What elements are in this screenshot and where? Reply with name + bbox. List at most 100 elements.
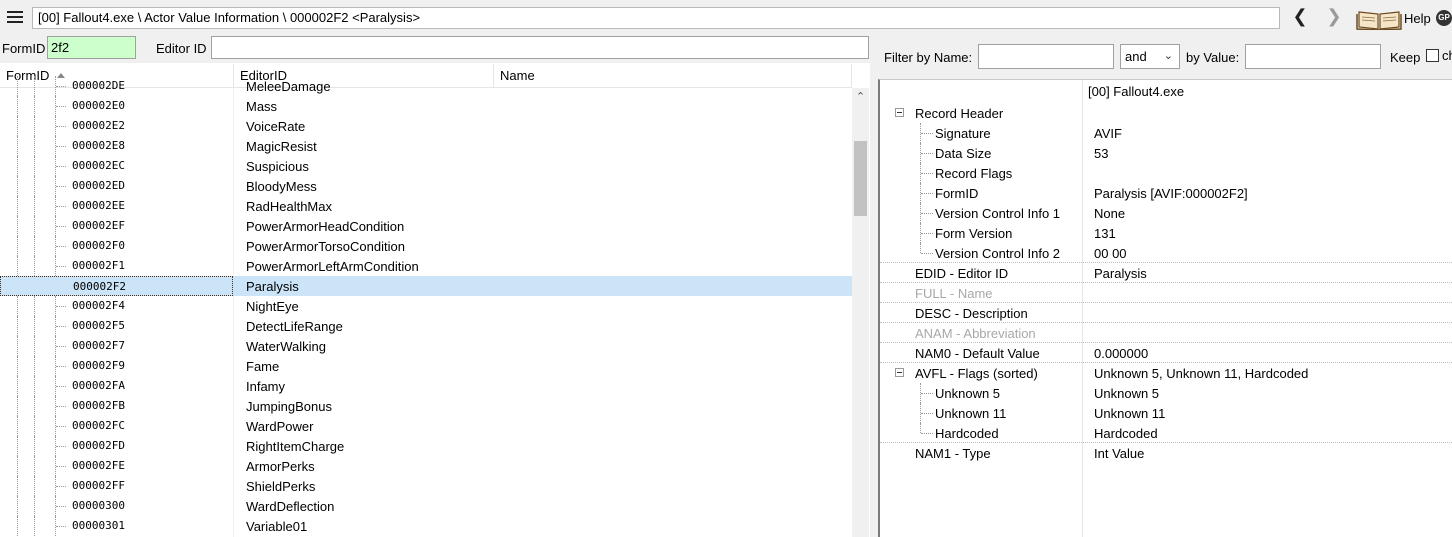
formid-cell[interactable]: 000002FF: [0, 476, 233, 496]
table-row[interactable]: 00000301 Variable01: [0, 516, 852, 536]
formid-cell[interactable]: 000002F2: [0, 276, 233, 296]
editorid-filter-input[interactable]: [211, 36, 869, 59]
gp-badge-icon: GP: [1436, 10, 1452, 26]
tree-row[interactable]: Version Control Info 2 00 00: [880, 243, 1452, 263]
editorid-text: WardDeflection: [246, 499, 335, 514]
table-row[interactable]: 000002F1 PowerArmorLeftArmCondition: [0, 256, 852, 276]
tree-row[interactable]: Unknown 11 Unknown 11: [880, 403, 1452, 423]
table-row[interactable]: 000002FD RightItemCharge: [0, 436, 852, 456]
field-value[interactable]: 00 00: [1094, 246, 1127, 261]
tree-row[interactable]: ANAM - Abbreviation: [880, 323, 1452, 343]
record-path-field[interactable]: [00] Fallout4.exe \ Actor Value Informat…: [32, 7, 1280, 29]
collapse-icon[interactable]: [895, 368, 904, 377]
field-value[interactable]: Int Value: [1094, 446, 1144, 461]
table-row[interactable]: 000002E2 VoiceRate: [0, 116, 852, 136]
formid-cell[interactable]: 000002FE: [0, 456, 233, 476]
table-row[interactable]: 000002F5 DetectLifeRange: [0, 316, 852, 336]
tree-row[interactable]: Unknown 5 Unknown 5: [880, 383, 1452, 403]
formid-cell[interactable]: 000002F0: [0, 236, 233, 256]
table-row[interactable]: 000002F0 PowerArmorTorsoCondition: [0, 236, 852, 256]
formid-cell[interactable]: 000002EC: [0, 156, 233, 176]
editorid-text: ArmorPerks: [246, 459, 315, 474]
tree-row[interactable]: Form Version 131: [880, 223, 1452, 243]
table-row[interactable]: 000002F4 NightEye: [0, 296, 852, 316]
field-value[interactable]: None: [1094, 206, 1125, 221]
formid-cell[interactable]: 000002EE: [0, 196, 233, 216]
table-row[interactable]: 000002F2 Paralysis: [0, 276, 852, 296]
field-value[interactable]: Unknown 5, Unknown 11, Hardcoded: [1094, 366, 1308, 381]
formid-cell[interactable]: 000002F7: [0, 336, 233, 356]
formid-cell[interactable]: 000002FD: [0, 436, 233, 456]
tree-row[interactable]: EDID - Editor ID Paralysis: [880, 263, 1452, 283]
formid-cell[interactable]: 00000301: [0, 516, 233, 536]
tree-row[interactable]: FULL - Name: [880, 283, 1452, 303]
menu-icon[interactable]: [4, 8, 26, 26]
field-value[interactable]: 131: [1094, 226, 1116, 241]
scroll-thumb[interactable]: [854, 141, 867, 216]
table-row[interactable]: 000002EE RadHealthMax: [0, 196, 852, 216]
keep-checkbox[interactable]: [1426, 49, 1439, 62]
formid-text: 000002E0: [72, 99, 125, 112]
field-value[interactable]: Paralysis [AVIF:000002F2]: [1094, 186, 1248, 201]
field-value[interactable]: 53: [1094, 146, 1108, 161]
formid-cell[interactable]: 00000300: [0, 496, 233, 516]
table-row[interactable]: 000002DE MeleeDamage: [0, 76, 852, 96]
tree-row[interactable]: NAM0 - Default Value 0.000000: [880, 343, 1452, 363]
filter-by-name-input[interactable]: [978, 44, 1114, 69]
table-row[interactable]: 000002F9 Fame: [0, 356, 852, 376]
formid-cell[interactable]: 000002FA: [0, 376, 233, 396]
formid-cell[interactable]: 000002ED: [0, 176, 233, 196]
table-row[interactable]: 000002E8 MagicResist: [0, 136, 852, 156]
table-row[interactable]: 000002EF PowerArmorHeadCondition: [0, 216, 852, 236]
tree-row[interactable]: Signature AVIF: [880, 123, 1452, 143]
formid-cell[interactable]: 000002F5: [0, 316, 233, 336]
tree-row[interactable]: DESC - Description: [880, 303, 1452, 323]
formid-cell[interactable]: 000002FC: [0, 416, 233, 436]
filter-by-value-input[interactable]: [1245, 44, 1381, 69]
formid-cell[interactable]: 000002F4: [0, 296, 233, 316]
formid-cell[interactable]: 000002F1: [0, 256, 233, 276]
formid-cell[interactable]: 000002DE: [0, 76, 233, 96]
list-scrollbar[interactable]: ⌃: [852, 88, 869, 537]
tree-row[interactable]: AVFL - Flags (sorted) Unknown 5, Unknown …: [880, 363, 1452, 383]
table-row[interactable]: 000002FB JumpingBonus: [0, 396, 852, 416]
table-row[interactable]: 000002FE ArmorPerks: [0, 456, 852, 476]
field-value[interactable]: Paralysis: [1094, 266, 1147, 281]
formid-cell[interactable]: 000002EF: [0, 216, 233, 236]
formid-cell[interactable]: 000002FB: [0, 396, 233, 416]
formid-cell[interactable]: 000002F9: [0, 356, 233, 376]
scroll-up-icon[interactable]: ⌃: [852, 88, 869, 105]
table-row[interactable]: 000002FF ShieldPerks: [0, 476, 852, 496]
table-row[interactable]: 000002ED BloodyMess: [0, 176, 852, 196]
field-value[interactable]: 0.000000: [1094, 346, 1148, 361]
formid-filter-input[interactable]: 2f2: [47, 36, 136, 59]
tree-row[interactable]: Version Control Info 1 None: [880, 203, 1452, 223]
table-row[interactable]: 000002F7 WaterWalking: [0, 336, 852, 356]
table-row[interactable]: 000002FA Infamy: [0, 376, 852, 396]
tree-row[interactable]: Data Size 53: [880, 143, 1452, 163]
pane-splitter[interactable]: [870, 35, 878, 537]
table-row[interactable]: 00000300 WardDeflection: [0, 496, 852, 516]
collapse-icon[interactable]: [895, 108, 904, 117]
formid-cell[interactable]: 000002E2: [0, 116, 233, 136]
field-value[interactable]: AVIF: [1094, 126, 1122, 141]
filter-operator-select[interactable]: and ⌄: [1120, 44, 1180, 69]
field-name: Version Control Info 2: [935, 246, 1061, 261]
forward-arrow-icon[interactable]: ❯: [1322, 7, 1346, 29]
formid-cell[interactable]: 000002E8: [0, 136, 233, 156]
tree-row[interactable]: Record Flags: [880, 163, 1452, 183]
formid-cell[interactable]: 000002E0: [0, 96, 233, 116]
tree-row[interactable]: Hardcoded Hardcoded: [880, 423, 1452, 443]
editorid-text: Infamy: [246, 379, 286, 394]
table-row[interactable]: 000002EC Suspicious: [0, 156, 852, 176]
editorid-text: PowerArmorLeftArmCondition: [246, 259, 419, 274]
table-row[interactable]: 000002FC WardPower: [0, 416, 852, 436]
field-value[interactable]: Hardcoded: [1094, 426, 1158, 441]
tree-row[interactable]: NAM1 - Type Int Value: [880, 443, 1452, 463]
tree-row[interactable]: FormID Paralysis [AVIF:000002F2]: [880, 183, 1452, 203]
tree-row[interactable]: Record Header: [880, 103, 1452, 123]
table-row[interactable]: 000002E0 Mass: [0, 96, 852, 116]
field-value[interactable]: Unknown 5: [1094, 386, 1159, 401]
field-value[interactable]: Unknown 11: [1094, 406, 1165, 421]
back-arrow-icon[interactable]: ❮: [1288, 7, 1312, 29]
